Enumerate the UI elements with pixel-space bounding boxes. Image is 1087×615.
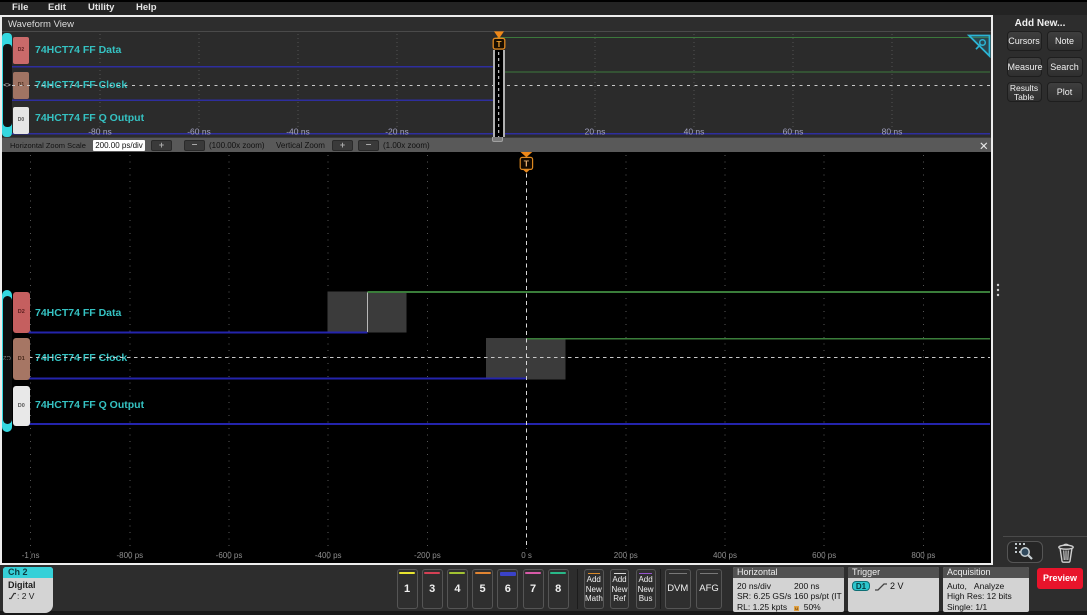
svg-text:T: T [496,39,502,49]
svg-text:T: T [524,159,530,169]
